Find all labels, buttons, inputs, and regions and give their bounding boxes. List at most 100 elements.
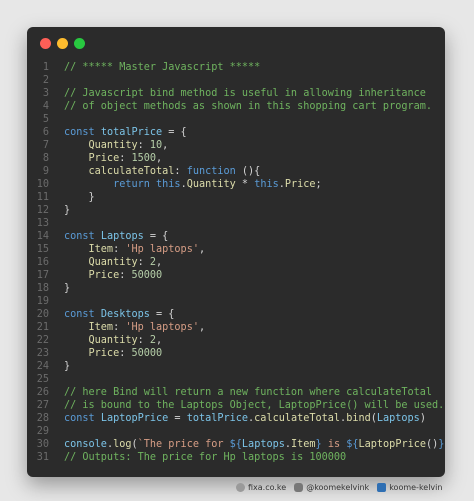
code-text: Quantity: 2,	[64, 334, 163, 347]
code-text: Price: 50000	[64, 269, 163, 282]
line-number: 27	[36, 400, 49, 411]
code-token: Laptops	[100, 231, 144, 242]
code-text: // is bound to the Laptops Object, Lapto…	[64, 399, 444, 412]
footer-credits: fixa.co.ke @koomekelvink koome-kelvin	[236, 480, 450, 494]
code-token: bind	[346, 413, 371, 424]
line-number: 2	[42, 75, 49, 86]
code-line: 29	[27, 425, 445, 438]
code-token: // of object methods as shown in this sh…	[64, 101, 433, 112]
footer-credit-item[interactable]: fixa.co.ke	[236, 482, 286, 492]
code-token: ${	[229, 439, 242, 450]
code-token: LaptopPrice	[358, 439, 426, 450]
code-token: :	[113, 322, 126, 333]
code-line: 12}	[27, 204, 445, 217]
code-line: 30 console.log(`The price for ${Laptops.I…	[27, 438, 445, 451]
code-line: 11 }	[27, 191, 445, 204]
code-token: Item	[64, 322, 114, 333]
code-token: :	[174, 166, 187, 177]
code-token: Quantity	[64, 140, 138, 151]
code-text: const totalPrice = {	[64, 126, 187, 139]
line-number: 9	[42, 166, 49, 177]
code-token: Item	[64, 244, 114, 255]
footer-credit-item[interactable]: @koomekelvink	[294, 482, 370, 492]
code-line: 23 Price: 50000	[27, 347, 445, 360]
code-token: ;	[315, 179, 322, 190]
code-token: 1500	[131, 153, 157, 164]
code-token: =	[168, 413, 187, 424]
code-line: 9 calculateTotal: function (){	[27, 165, 445, 178]
code-line: 2	[27, 74, 445, 87]
code-line: 6 const totalPrice = {	[27, 126, 445, 139]
line-number: 4	[42, 101, 49, 112]
code-token: // is bound to the Laptops Object, Lapto…	[64, 400, 445, 411]
line-number: 11	[36, 192, 49, 203]
code-token: ,	[162, 140, 169, 151]
code-token: const	[64, 413, 101, 424]
code-token: this	[254, 179, 279, 190]
code-line: 8 Price: 1500,	[27, 152, 445, 165]
code-token: 50000	[131, 270, 163, 281]
code-text: // ***** Master Javascript *****	[64, 61, 260, 74]
code-text: // Outputs: The price for Hp laptops is …	[64, 451, 346, 464]
code-text: Item: 'Hp laptops',	[64, 321, 206, 334]
code-line: 27 // is bound to the Laptops Object, Lap…	[27, 399, 445, 412]
footer-credit-label: koome-kelvin	[389, 482, 443, 492]
code-token: :	[137, 140, 150, 151]
code-line: 14 const Laptops = {	[27, 230, 445, 243]
code-line: 22 Quantity: 2,	[27, 334, 445, 347]
code-text: Item: 'Hp laptops',	[64, 243, 206, 256]
code-text: const Laptops = {	[64, 230, 168, 243]
code-token: Price	[64, 348, 120, 359]
line-number: 30	[36, 439, 49, 450]
code-token: }	[64, 283, 71, 294]
code-token: (){	[235, 166, 261, 177]
code-token: return	[64, 179, 157, 190]
line-number: 13	[36, 218, 49, 229]
code-token: this	[156, 179, 181, 190]
code-line: 4 // of object methods as shown in this s…	[27, 100, 445, 113]
code-token: :	[119, 348, 132, 359]
line-number: 3	[42, 88, 49, 99]
code-token: ,	[198, 322, 206, 333]
line-number: 12	[36, 205, 49, 216]
code-token: ,	[156, 335, 163, 346]
code-token: calculateTotal	[64, 166, 175, 177]
code-line: 31 // Outputs: The price for Hp laptops i…	[27, 451, 445, 464]
code-token: 'Hp laptops'	[125, 244, 199, 255]
code-token: ,	[198, 244, 206, 255]
code-line: 17 Price: 50000	[27, 269, 445, 282]
code-token: ${	[346, 439, 359, 450]
code-token: totalPrice	[100, 127, 163, 138]
maximize-window-dot[interactable]	[74, 38, 85, 49]
code-line: 3 // Javascript bind method is useful in …	[27, 87, 445, 100]
code-token: *	[235, 179, 255, 190]
code-token: const	[64, 231, 101, 242]
line-number: 24	[36, 361, 49, 372]
footer-credit-label: @koomekelvink	[306, 482, 370, 492]
code-line: 1 // ***** Master Javascript *****	[27, 61, 445, 74]
code-line: 26 // here Bind will return a new functio…	[27, 386, 445, 399]
code-text: Price: 50000	[64, 347, 163, 360]
code-token: // Javascript bind method is useful in a…	[64, 88, 426, 99]
code-token: const	[64, 127, 101, 138]
code-token: ,	[156, 257, 163, 268]
line-number: 23	[36, 348, 49, 359]
minimize-window-dot[interactable]	[57, 38, 68, 49]
code-token: // ***** Master Javascript *****	[64, 62, 261, 73]
code-token: Quantity	[64, 257, 138, 268]
code-text: }	[64, 282, 70, 295]
code-line: 13	[27, 217, 445, 230]
code-editor: 1// ***** Master Javascript ***** 2 3// Ja…	[27, 61, 445, 464]
line-number: 22	[36, 335, 49, 346]
footer-credit-item[interactable]: koome-kelvin	[377, 482, 443, 492]
code-text: return this.Quantity * this.Price;	[64, 178, 322, 191]
code-token: 'Hp laptops'	[125, 322, 199, 333]
code-token: ()	[425, 439, 439, 450]
code-token: :	[137, 257, 150, 268]
line-number: 19	[36, 296, 49, 307]
close-window-dot[interactable]	[40, 38, 51, 49]
code-token: = {	[149, 309, 175, 320]
code-token: )	[419, 413, 426, 424]
code-text: console.log(`The price for ${Laptops.Ite…	[64, 438, 445, 451]
code-token: = {	[162, 127, 187, 138]
